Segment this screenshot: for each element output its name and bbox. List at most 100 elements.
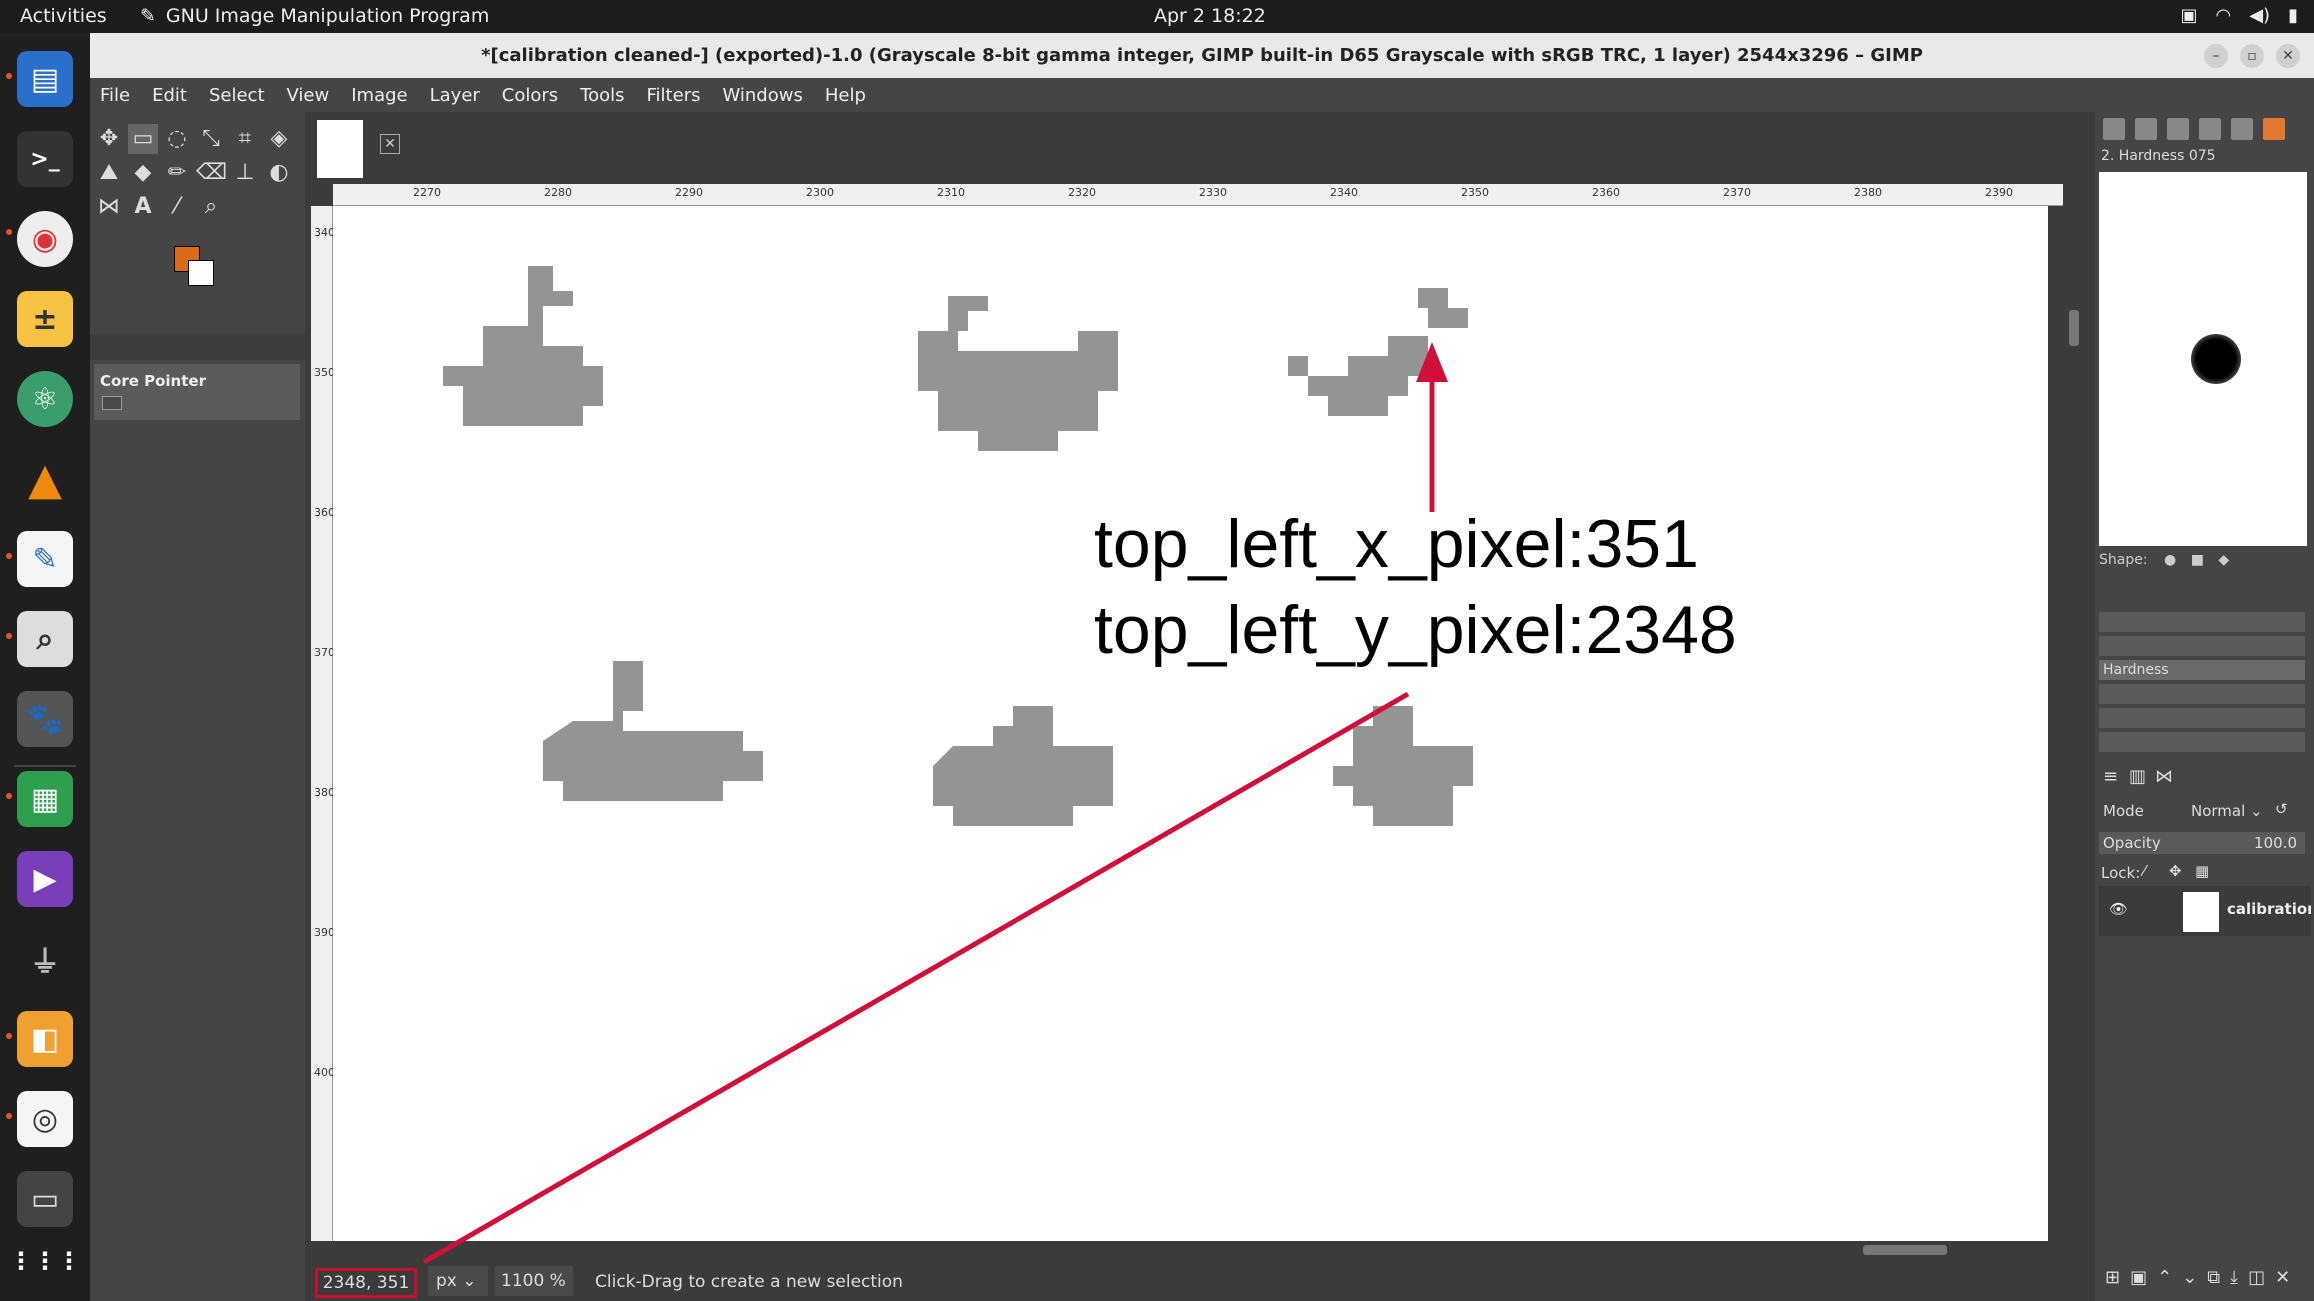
lock-position-icon[interactable]: ✥ [2169,862,2182,880]
lock-pixels-icon[interactable]: ⁄ [2143,862,2146,880]
brush-slider[interactable] [2099,732,2305,752]
chrome-icon[interactable]: ◉ [17,211,73,267]
menu-image[interactable]: Image [351,85,407,106]
text-tool-icon[interactable]: A [128,192,158,222]
fonts-tab-icon[interactable] [2167,118,2189,140]
minimize-button[interactable]: – [2204,44,2228,68]
brushes-tabs[interactable] [2095,112,2314,146]
activities-button[interactable]: Activities [20,5,107,27]
move-tool-icon[interactable]: ✥ [94,124,124,154]
lower-layer-icon[interactable]: ⌄ [2182,1267,2197,1288]
paths-tab-icon[interactable]: ⋈ [2155,766,2173,787]
menu-filters[interactable]: Filters [647,85,701,106]
layers-tab-icon[interactable]: ≡ [2103,766,2118,787]
document-history-tab-icon[interactable] [2199,118,2221,140]
background-color-swatch[interactable] [188,260,214,286]
bucket-fill-tool-icon[interactable]: ◆ [128,158,158,188]
menu-windows[interactable]: Windows [722,85,802,106]
rect-select-tool-icon[interactable]: ▭ [128,124,158,154]
patterns-tab-icon[interactable] [2135,118,2157,140]
menu-help[interactable]: Help [825,85,866,106]
reset-mode-icon[interactable]: ↺ [2275,800,2288,818]
media-player-icon[interactable]: ▶ [17,851,73,907]
channels-tab-icon[interactable]: ▥ [2129,766,2146,787]
new-layer-icon[interactable]: ⊞ [2105,1267,2120,1288]
visibility-eye-icon[interactable]: 👁 [2109,900,2128,918]
merge-layer-icon[interactable]: ⤓ [2230,1267,2238,1288]
crop-tool-icon[interactable]: ⌗ [230,124,260,154]
search-icon[interactable]: ⌕ [17,611,73,667]
zoom-select[interactable]: 1100 % ⌄ [495,1266,573,1296]
menu-tools[interactable]: Tools [580,85,624,106]
brush-slider[interactable] [2099,684,2305,704]
usb-icon[interactable]: ⏚ [17,931,73,987]
vertical-scrollbar[interactable] [2063,206,2085,1241]
diamond-shape-icon[interactable]: ◆ [2218,552,2229,568]
image-tab-thumbnail[interactable] [317,120,363,178]
paths-tool-icon[interactable]: ⋈ [94,192,124,222]
color-picker-tool-icon[interactable]: ⁄ [162,192,192,222]
atom-icon[interactable]: ⚛ [17,371,73,427]
square-shape-icon[interactable]: ■ [2191,552,2204,568]
close-image-icon[interactable]: ✕ [380,134,400,154]
fuzzy-select-tool-icon[interactable]: ⤡ [196,124,226,154]
tool-options-tabs[interactable] [90,334,305,360]
paint-dynamics-tab-icon[interactable] [2231,118,2253,140]
vlc-icon[interactable]: ▲ [17,451,73,507]
hardness-slider[interactable]: Hardness [2099,660,2305,680]
vertical-ruler[interactable]: 340 350 360 370 380 390 400 [311,206,335,1241]
raise-layer-icon[interactable]: ⌃ [2157,1267,2172,1288]
mask-layer-icon[interactable]: ◫ [2248,1267,2265,1288]
zoom-tool-icon[interactable]: ⌕ [196,192,226,222]
delete-layer-icon[interactable]: ✕ [2275,1267,2290,1288]
layer-item[interactable]: 👁 calibration-jpg [2099,886,2311,936]
smudge-tool-icon[interactable]: ◐ [264,158,294,188]
printer-icon[interactable]: ▭ [17,1171,73,1227]
writer-icon[interactable]: ▤ [17,51,73,107]
brush-slider[interactable] [2099,708,2305,728]
text-editor-icon[interactable]: ✎ [17,531,73,587]
horizontal-ruler[interactable]: 2270 2280 2290 2300 2310 2320 2330 2340 … [333,184,2063,206]
menu-colors[interactable]: Colors [502,85,558,106]
device-checkbox[interactable] [102,396,122,410]
close-button[interactable]: ✕ [2276,44,2300,68]
horizontal-scrollbar[interactable] [333,1241,2063,1257]
gimp-icon[interactable]: 🐾 [17,691,73,747]
menu-select[interactable]: Select [209,85,265,106]
app-grid-icon[interactable]: ⋮⋮⋮ [9,1233,81,1289]
maximize-button[interactable]: ▫ [2240,44,2264,68]
duplicate-layer-icon[interactable]: ⧉ [2207,1267,2220,1288]
lock-alpha-icon[interactable]: ▦ [2195,862,2209,880]
menu-file[interactable]: File [100,85,130,106]
status-bar: 2348, 351 px ⌄ 1100 % ⌄ Click-Drag to cr… [305,1260,2095,1301]
unit-select[interactable]: px ⌄ [428,1266,488,1296]
brush-slider[interactable] [2099,636,2305,656]
terminal-icon[interactable]: >_ [17,131,73,187]
warp-tool-icon[interactable]: ⛰ [94,158,124,188]
transform-tool-icon[interactable]: ◈ [264,124,294,154]
menu-layer[interactable]: Layer [430,85,480,106]
menu-edit[interactable]: Edit [152,85,187,106]
layers-tabs[interactable]: ≡ ▥ ⋈ [2095,762,2314,792]
new-group-icon[interactable]: ▣ [2130,1267,2147,1288]
brushes-tab-icon[interactable] [2103,118,2125,140]
app-menu[interactable]: ✎ GNU Image Manipulation Program [140,5,489,27]
paintbrush-tool-icon[interactable]: ✏ [162,158,192,188]
image-canvas[interactable] [333,206,2048,1241]
mode-select[interactable]: Normal ⌄ [2191,802,2263,820]
clock[interactable]: Apr 2 18:22 [1154,5,1266,27]
clone-tool-icon[interactable]: ⊥ [230,158,260,188]
eraser-tool-icon[interactable]: ⌫ [196,158,227,188]
brush-preview[interactable] [2099,172,2307,546]
system-tray[interactable]: ▣ ◠ ◀) ▮ [2180,5,2298,26]
calculator-icon[interactable]: ± [17,291,73,347]
menu-view[interactable]: View [287,85,330,106]
calc-sheet-icon[interactable]: ▦ [17,771,73,827]
document-viewer-icon[interactable]: ◎ [17,1091,73,1147]
gradients-tab-icon[interactable] [2263,118,2285,140]
impress-icon[interactable]: ◧ [17,1011,73,1067]
opacity-slider[interactable]: Opacity 100.0 [2099,832,2305,854]
lasso-tool-icon[interactable]: ◌ [162,124,192,154]
circle-shape-icon[interactable]: ● [2164,552,2176,568]
brush-slider[interactable] [2099,612,2305,632]
